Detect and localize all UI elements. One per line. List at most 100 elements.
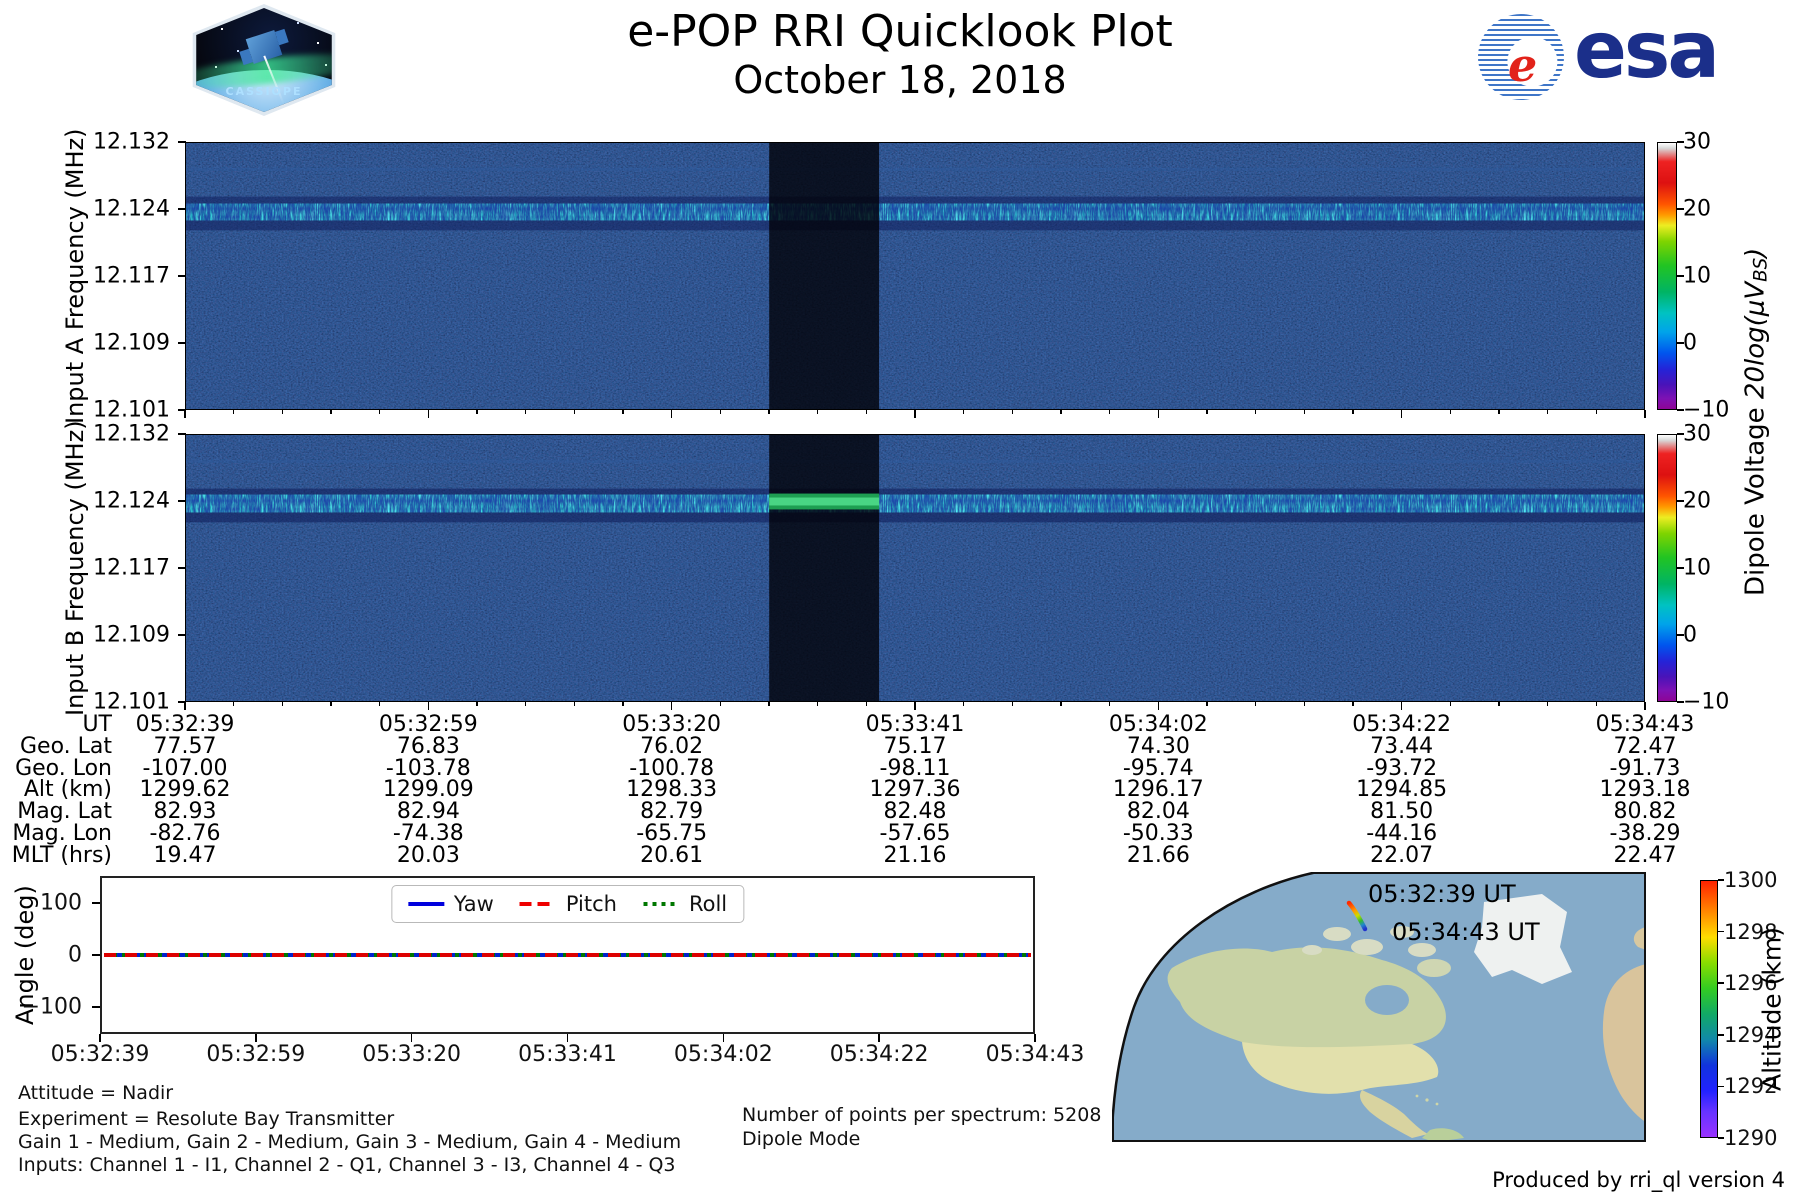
time-minor-tick-mark (573, 702, 576, 706)
time-minor-tick-mark (1060, 702, 1062, 706)
time-minor-tick-mark (719, 702, 722, 706)
angle-ytick-labels: 100 0 −100 (0, 876, 94, 1034)
ephemeris-value: 19.47 (153, 842, 217, 868)
angle-ytick-label: 100 (40, 890, 82, 916)
altitude-colorbar-label: Altitude (km) (1757, 927, 1787, 1091)
angle-xtick-label: 05:34:02 (673, 1042, 773, 1067)
angle-xtick-mark (255, 1034, 257, 1042)
angle-xtick-label: 05:33:20 (362, 1042, 462, 1067)
time-minor-tick-mark (330, 702, 332, 706)
colorbar-tick-label: −10 (1683, 397, 1730, 423)
mode-note: Dipole Mode (742, 1128, 861, 1150)
time-tick-mark (1644, 410, 1646, 418)
angle-xtick-label: 05:34:22 (829, 1042, 929, 1067)
time-minor-tick-mark (622, 410, 624, 414)
legend-item-roll: Roll (642, 892, 728, 916)
colorbar-tick-mark (1677, 275, 1684, 277)
angle-ytick-mark (92, 1006, 100, 1008)
angle-ytick-label: −100 (21, 994, 82, 1020)
time-tick-mark (184, 410, 186, 418)
time-minor-tick-mark (378, 702, 381, 706)
time-minor-tick-mark (1108, 410, 1111, 414)
dipole-colorbar-a (1657, 142, 1677, 410)
colorbar-tick-label: 0 (1683, 330, 1697, 356)
colorbar-tick-label: −10 (1683, 689, 1730, 715)
freq-tick-mark (178, 141, 186, 143)
altitude-tick-mark (1718, 930, 1724, 933)
time-minor-tick-mark (232, 702, 235, 706)
world-map (1112, 872, 1646, 1142)
time-minor-tick-mark (865, 702, 868, 706)
ephemeris-value: 20.03 (396, 842, 460, 868)
freq-tick-mark (178, 500, 186, 502)
time-minor-tick-mark (232, 410, 235, 414)
colorbar-tick-label: 0 (1683, 622, 1697, 648)
time-minor-tick-mark (378, 410, 381, 414)
time-tick-mark (427, 410, 430, 418)
time-tick-mark (670, 702, 673, 710)
time-minor-tick-mark (1498, 410, 1500, 414)
altitude-colorbar (1700, 880, 1718, 1138)
ephemeris-value: 22.47 (1613, 842, 1677, 868)
time-minor-tick-mark (1352, 410, 1354, 414)
altitude-tick-mark (1718, 1137, 1724, 1139)
legend-label: Yaw (453, 892, 494, 916)
track-start-label: 05:32:39 UT (1368, 880, 1516, 908)
time-minor-tick-mark (1449, 410, 1452, 414)
colorbar-tick-mark (1677, 500, 1684, 502)
time-minor-tick-mark (865, 410, 868, 414)
time-minor-tick-mark (962, 410, 965, 414)
time-tick-mark (1644, 702, 1646, 710)
angle-xtick-label: 05:34:43 (985, 1042, 1085, 1067)
time-tick-mark (184, 702, 186, 710)
roll-line-sample (642, 902, 679, 906)
angle-xtick-mark (566, 1034, 569, 1042)
colorbar-tick-label: 10 (1683, 555, 1711, 581)
freq-tick-label: 12.117 (93, 555, 170, 581)
time-minor-tick-mark (1546, 702, 1549, 706)
legend-label: Roll (688, 892, 728, 916)
colorbar-tick-label: 20 (1683, 488, 1711, 514)
time-minor-tick-mark (816, 410, 819, 414)
time-tick-mark (670, 410, 673, 418)
freq-tick-mark (178, 342, 186, 344)
time-minor-tick-mark (719, 410, 722, 414)
colorbar-tick-mark (1677, 433, 1684, 435)
input-b-spectrogram (185, 434, 1645, 702)
yaw-pitch-roll-zero-line (104, 953, 1031, 957)
time-minor-tick-mark (768, 410, 770, 414)
track-end-label: 05:34:43 UT (1392, 918, 1540, 946)
time-tick-mark (1157, 410, 1160, 418)
ephemeris-table: UT 05:32:39 05:32:59 05:33:20 05:33:41 05:34:… (0, 712, 1800, 868)
time-tick-mark (1157, 702, 1160, 710)
time-minor-tick-mark (768, 702, 770, 706)
angle-legend: Yaw Pitch Roll (390, 885, 745, 923)
time-minor-tick-mark (1206, 702, 1208, 706)
time-minor-tick-mark (1449, 702, 1452, 706)
input-a-ytick-labels: 12.132 12.124 12.117 12.109 12.101 (0, 130, 178, 423)
freq-tick-label: 12.124 (93, 488, 170, 514)
yaw-line-sample (407, 902, 444, 906)
time-minor-tick-mark (330, 410, 332, 414)
freq-tick-mark (178, 634, 186, 636)
time-minor-tick-mark (524, 702, 527, 706)
freq-tick-label: 12.101 (93, 397, 170, 423)
freq-tick-mark (178, 433, 186, 435)
freq-tick-mark (178, 275, 186, 277)
time-minor-tick-mark (816, 702, 819, 706)
angle-xtick-mark (410, 1034, 413, 1042)
time-minor-tick-mark (1254, 702, 1257, 706)
ephemeris-value: 20.61 (640, 842, 704, 868)
legend-item-pitch: Pitch (519, 892, 617, 916)
ephemeris-value: 22.07 (1370, 842, 1434, 868)
time-minor-tick-mark (1206, 410, 1208, 414)
time-tick-mark (1400, 410, 1403, 418)
attitude-angle-plot: Yaw Pitch Roll (100, 876, 1035, 1034)
input-a-spectrogram (185, 142, 1645, 410)
freq-tick-label: 12.109 (93, 622, 170, 648)
esa-e-glyph: e (1508, 38, 1538, 92)
altitude-tick-mark (1718, 982, 1724, 984)
freq-tick-label: 12.101 (93, 689, 170, 715)
time-minor-tick-mark (1108, 702, 1111, 706)
angle-xtick-mark (722, 1034, 725, 1042)
